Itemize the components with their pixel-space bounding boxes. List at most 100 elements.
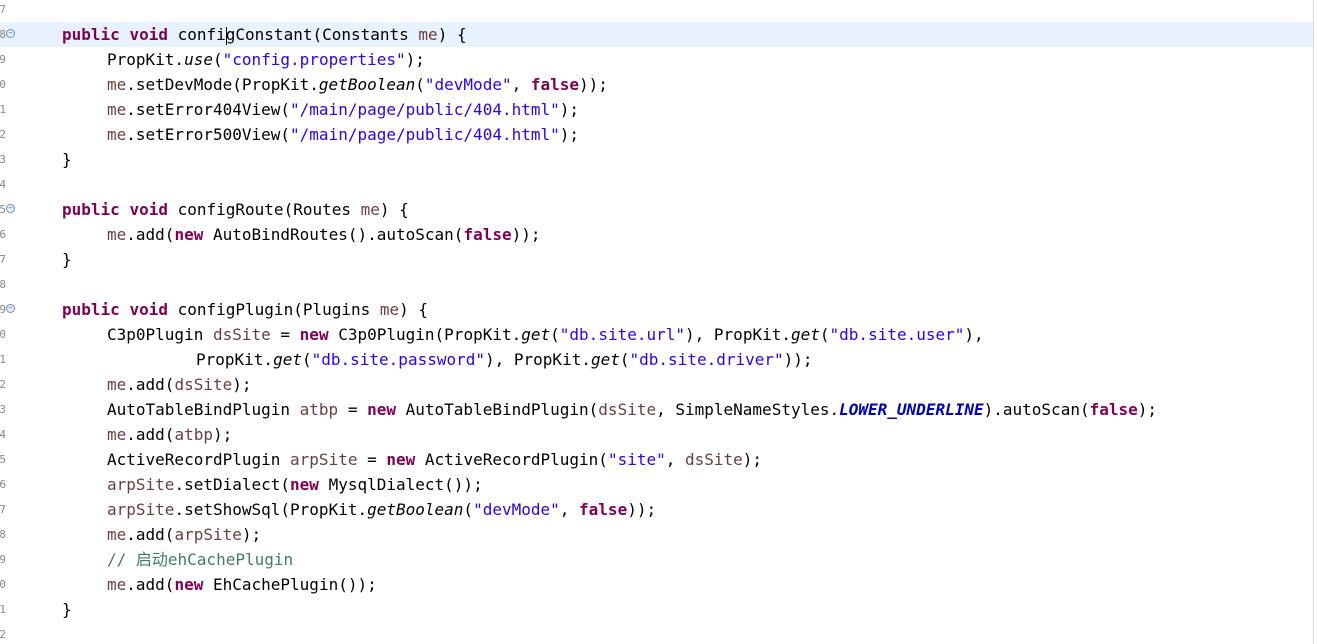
code-token: new <box>174 575 204 594</box>
fold-collapse-icon[interactable]: − <box>6 304 15 313</box>
code-token: ); <box>559 100 580 119</box>
code-line[interactable]: 2 me.add(dsSite); <box>0 372 1313 397</box>
code-token: arpSite <box>174 525 242 544</box>
code-token: .setError404View( <box>126 100 291 119</box>
code-line[interactable]: 3} <box>0 147 1313 172</box>
line-number: 4 <box>0 178 6 191</box>
code-token: PropKit. <box>196 350 274 369</box>
code-token: ), PropKit. <box>685 325 791 344</box>
line-number: 0 <box>0 578 6 591</box>
code-line[interactable]: 3 AutoTableBindPlugin atbp = new AutoTabl… <box>0 397 1313 422</box>
code-token: ( <box>463 500 474 519</box>
code-token: atbp <box>174 425 213 444</box>
code-line[interactable]: 9 PropKit.use("config.properties"); <box>0 47 1313 72</box>
line-number: 9 <box>0 53 6 66</box>
code-token: , <box>559 500 580 519</box>
fold-collapse-icon[interactable]: − <box>6 29 15 38</box>
code-line[interactable]: 4 me.add(atbp); <box>0 422 1313 447</box>
code-token: ( <box>619 350 630 369</box>
code-line[interactable]: 6 me.add(new AutoBindRoutes().autoScan(fa… <box>0 222 1313 247</box>
code-text: C3p0Plugin dsSite = new C3p0Plugin(PropK… <box>107 322 984 347</box>
code-line[interactable]: 5 ActiveRecordPlugin arpSite = new Active… <box>0 447 1313 472</box>
code-token: getBoolean <box>318 75 416 94</box>
code-line[interactable]: 4 <box>0 172 1313 197</box>
code-token: ); <box>232 375 252 394</box>
code-line[interactable]: 7 arpSite.setShowSql(PropKit.getBoolean("… <box>0 497 1313 522</box>
line-number: 6 <box>0 228 6 241</box>
line-number: 4 <box>0 428 6 441</box>
code-token: new <box>174 225 204 244</box>
code-token: get <box>590 350 620 369</box>
code-line[interactable]: 8 me.add(arpSite); <box>0 522 1313 547</box>
code-line[interactable]: 9 // 启动ehCachePlugin <box>0 547 1313 572</box>
code-token: false <box>1089 400 1138 419</box>
code-line[interactable]: 1 me.setError404View("/main/page/public/4… <box>0 97 1313 122</box>
code-token: gConstant(Constants <box>225 25 419 44</box>
code-line[interactable]: 1} <box>0 597 1313 622</box>
code-line[interactable]: 8− public void configConstant(Constants m… <box>0 22 1313 47</box>
code-token: AutoBindRoutes().autoScan( <box>203 225 464 244</box>
code-line[interactable]: 7 <box>0 0 1313 22</box>
code-token: AutoTableBindPlugin <box>107 400 300 419</box>
code-token: ); <box>405 50 425 69</box>
code-text: } <box>62 147 72 172</box>
code-token: "db.site.password" <box>311 350 485 369</box>
code-line[interactable]: 5− public void configRoute(Routes me) { <box>0 197 1313 222</box>
line-number: 9 <box>0 553 6 566</box>
code-token: arpSite <box>290 450 358 469</box>
code-line[interactable]: 6 arpSite.setDialect(new MysqlDialect()); <box>0 472 1313 497</box>
code-token: ); <box>212 425 233 444</box>
code-line[interactable]: 0 me.setDevMode(PropKit.getBoolean("devMo… <box>0 72 1313 97</box>
code-token: ), PropKit. <box>485 350 591 369</box>
code-token: ) { <box>379 200 409 219</box>
code-line[interactable]: 0 me.add(new EhCachePlugin()); <box>0 572 1313 597</box>
code-token: "/main/page/public/404.html" <box>290 100 560 119</box>
code-token: MysqlDialect()); <box>318 475 483 494</box>
editor-right-edge <box>1313 0 1314 644</box>
code-line[interactable]: 1 PropKit.get("db.site.password"), PropKi… <box>0 347 1313 372</box>
code-token: me <box>418 25 438 44</box>
code-token: configPlugin(Plugins <box>167 300 380 319</box>
code-line[interactable]: 2 <box>0 622 1313 644</box>
line-number: 8 <box>0 278 6 291</box>
code-line[interactable]: 0 C3p0Plugin dsSite = new C3p0Plugin(Prop… <box>0 322 1313 347</box>
code-token: arpSite <box>107 500 175 519</box>
code-line[interactable]: 8 <box>0 272 1313 297</box>
code-token: get <box>521 325 551 344</box>
code-token: .add( <box>126 525 175 544</box>
code-token: // 启动ehCachePlugin <box>107 550 294 569</box>
code-line[interactable]: 2 me.setError500View("/main/page/public/4… <box>0 122 1313 147</box>
code-token: , <box>665 450 685 469</box>
code-token: void <box>129 25 168 44</box>
code-token: } <box>62 250 72 269</box>
code-editor[interactable]: 7 8− public void configConstant(Constants … <box>0 0 1318 644</box>
code-token: me <box>107 425 127 444</box>
code-token: use <box>184 50 213 69</box>
code-token: me <box>107 575 127 594</box>
code-token: new <box>299 325 329 344</box>
code-token: ( <box>212 50 223 69</box>
code-token: public <box>62 300 120 319</box>
code-token: ); <box>1137 400 1158 419</box>
line-number: 7 <box>0 3 6 16</box>
code-token: .setError500View( <box>126 125 291 144</box>
line-number: 3 <box>0 153 6 166</box>
code-token: EhCachePlugin()); <box>203 575 377 594</box>
code-token: LOWER_UNDERLINE <box>839 400 984 419</box>
code-text: PropKit.use("config.properties"); <box>107 47 425 72</box>
code-token: ( <box>415 75 425 94</box>
code-line[interactable]: 7} <box>0 247 1313 272</box>
code-text: me.add(dsSite); <box>107 372 252 397</box>
code-text: // 启动ehCachePlugin <box>107 547 293 572</box>
code-token: me <box>107 125 127 144</box>
code-text: me.setError404View("/main/page/public/40… <box>107 97 579 122</box>
line-number: 2 <box>0 628 6 641</box>
code-token: ); <box>742 450 763 469</box>
code-token: , SimpleNameStyles. <box>656 400 840 419</box>
code-line[interactable]: 9− public void configPlugin(Plugins me) { <box>0 297 1313 322</box>
code-token: dsSite <box>685 450 743 469</box>
code-text: AutoTableBindPlugin atbp = new AutoTable… <box>107 397 1157 422</box>
fold-collapse-icon[interactable]: − <box>6 204 15 213</box>
code-token: .add( <box>126 425 175 444</box>
